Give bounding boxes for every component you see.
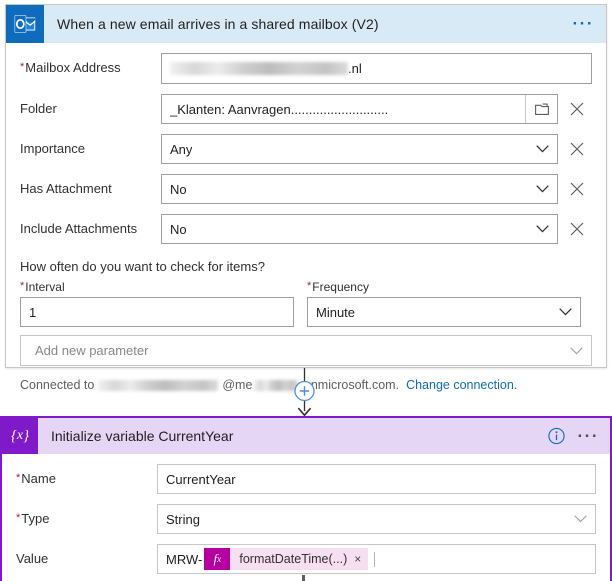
folder-input[interactable]: _Klanten: Aanvragen.....................… xyxy=(161,94,558,124)
required-asterisk: * xyxy=(20,61,25,73)
variable-value-text: MRW- xyxy=(166,551,203,567)
chevron-down-icon xyxy=(574,515,587,523)
required-asterisk: * xyxy=(16,472,21,484)
fx-icon: fx xyxy=(204,548,231,570)
trigger-title: When a new email arrives in a shared mai… xyxy=(57,16,379,32)
initialize-variable-title: Initialize variable CurrentYear xyxy=(51,428,234,444)
chevron-down-icon xyxy=(536,185,549,193)
required-asterisk: * xyxy=(16,512,21,524)
include-attachments-dropdown[interactable]: No xyxy=(161,214,558,244)
interval-label: *Interval xyxy=(20,280,65,294)
field-label-name: *Name xyxy=(16,471,56,486)
field-label-value: Value xyxy=(16,551,49,566)
variable-braces-icon: {x} xyxy=(2,418,38,454)
trigger-menu-button[interactable]: ··· xyxy=(573,15,594,32)
frequency-label: *Frequency xyxy=(307,280,369,294)
required-asterisk: * xyxy=(307,280,312,292)
delete-importance-button[interactable] xyxy=(562,142,592,156)
field-label-include-attachments: Include Attachments xyxy=(20,221,138,236)
mailbox-address-input[interactable]: .nl xyxy=(161,53,592,84)
folder-picker-icon[interactable] xyxy=(525,95,557,123)
chevron-down-icon xyxy=(536,145,549,153)
field-row-name: *Name CurrentYear xyxy=(16,464,596,494)
recurrence-question: How often do you want to check for items… xyxy=(20,259,265,274)
variable-type-dropdown[interactable]: String xyxy=(157,504,596,534)
importance-dropdown[interactable]: Any xyxy=(161,134,558,164)
initialize-variable-card[interactable]: {x} Initialize variable CurrentYear ··· … xyxy=(0,416,612,581)
flow-connector xyxy=(0,368,612,417)
expression-token-label: formatDateTime(...) xyxy=(239,552,348,566)
chevron-down-icon xyxy=(559,308,572,316)
variable-name-input[interactable]: CurrentYear xyxy=(157,464,596,494)
interval-input[interactable]: 1 xyxy=(20,297,294,327)
field-row-mailbox-address: *Mailbox Address .nl xyxy=(20,53,592,84)
expression-token[interactable]: fx formatDateTime(...) × xyxy=(204,548,369,570)
trigger-card-header[interactable]: When a new email arrives in a shared mai… xyxy=(6,5,606,43)
trigger-card[interactable]: When a new email arrives in a shared mai… xyxy=(5,4,607,392)
field-label-folder: Folder xyxy=(20,101,57,116)
initialize-variable-menu-button[interactable]: ··· xyxy=(578,427,599,444)
has-attachment-dropdown[interactable]: No xyxy=(161,174,558,204)
field-label-importance: Importance xyxy=(20,141,86,156)
field-label-has-attachment: Has Attachment xyxy=(20,181,112,196)
chevron-down-icon xyxy=(570,346,583,355)
initialize-variable-header[interactable]: {x} Initialize variable CurrentYear ··· xyxy=(2,418,610,454)
delete-has-attachment-button[interactable] xyxy=(562,182,592,196)
field-row-importance: Importance Any xyxy=(20,134,592,164)
info-icon[interactable] xyxy=(547,427,565,445)
field-row-has-attachment: Has Attachment No xyxy=(20,174,592,204)
required-asterisk: * xyxy=(20,280,25,292)
remove-token-button[interactable]: × xyxy=(354,553,368,565)
chevron-down-icon xyxy=(536,225,549,233)
delete-include-attachments-button[interactable] xyxy=(562,222,592,236)
trigger-card-body: *Mailbox Address .nl Folder _Klanten: Aa… xyxy=(6,53,606,403)
field-row-folder: Folder _Klanten: Aanvragen..............… xyxy=(20,94,592,124)
field-label-type: *Type xyxy=(16,511,50,526)
field-label-mailbox-address: *Mailbox Address xyxy=(20,60,121,75)
initialize-variable-body: *Name CurrentYear *Type String Value MRW… xyxy=(2,464,610,574)
outlook-icon xyxy=(6,5,44,43)
add-new-parameter-label: Add new parameter xyxy=(35,343,149,358)
field-row-include-attachments: Include Attachments No xyxy=(20,214,592,244)
add-new-parameter-dropdown[interactable]: Add new parameter xyxy=(20,335,592,366)
redacted-mailbox-address xyxy=(170,62,348,75)
variable-value-input[interactable]: MRW- fx formatDateTime(...) × xyxy=(157,544,596,574)
frequency-dropdown[interactable]: Minute xyxy=(307,297,581,327)
delete-folder-button[interactable] xyxy=(562,102,592,116)
field-row-type: *Type String xyxy=(16,504,596,534)
recurrence-fields: *Interval 1 *Frequency Minute xyxy=(20,280,592,327)
flow-connector-stub xyxy=(302,575,305,581)
text-caret xyxy=(374,551,376,567)
field-row-value: Value MRW- fx formatDateTime(...) × xyxy=(16,544,596,574)
